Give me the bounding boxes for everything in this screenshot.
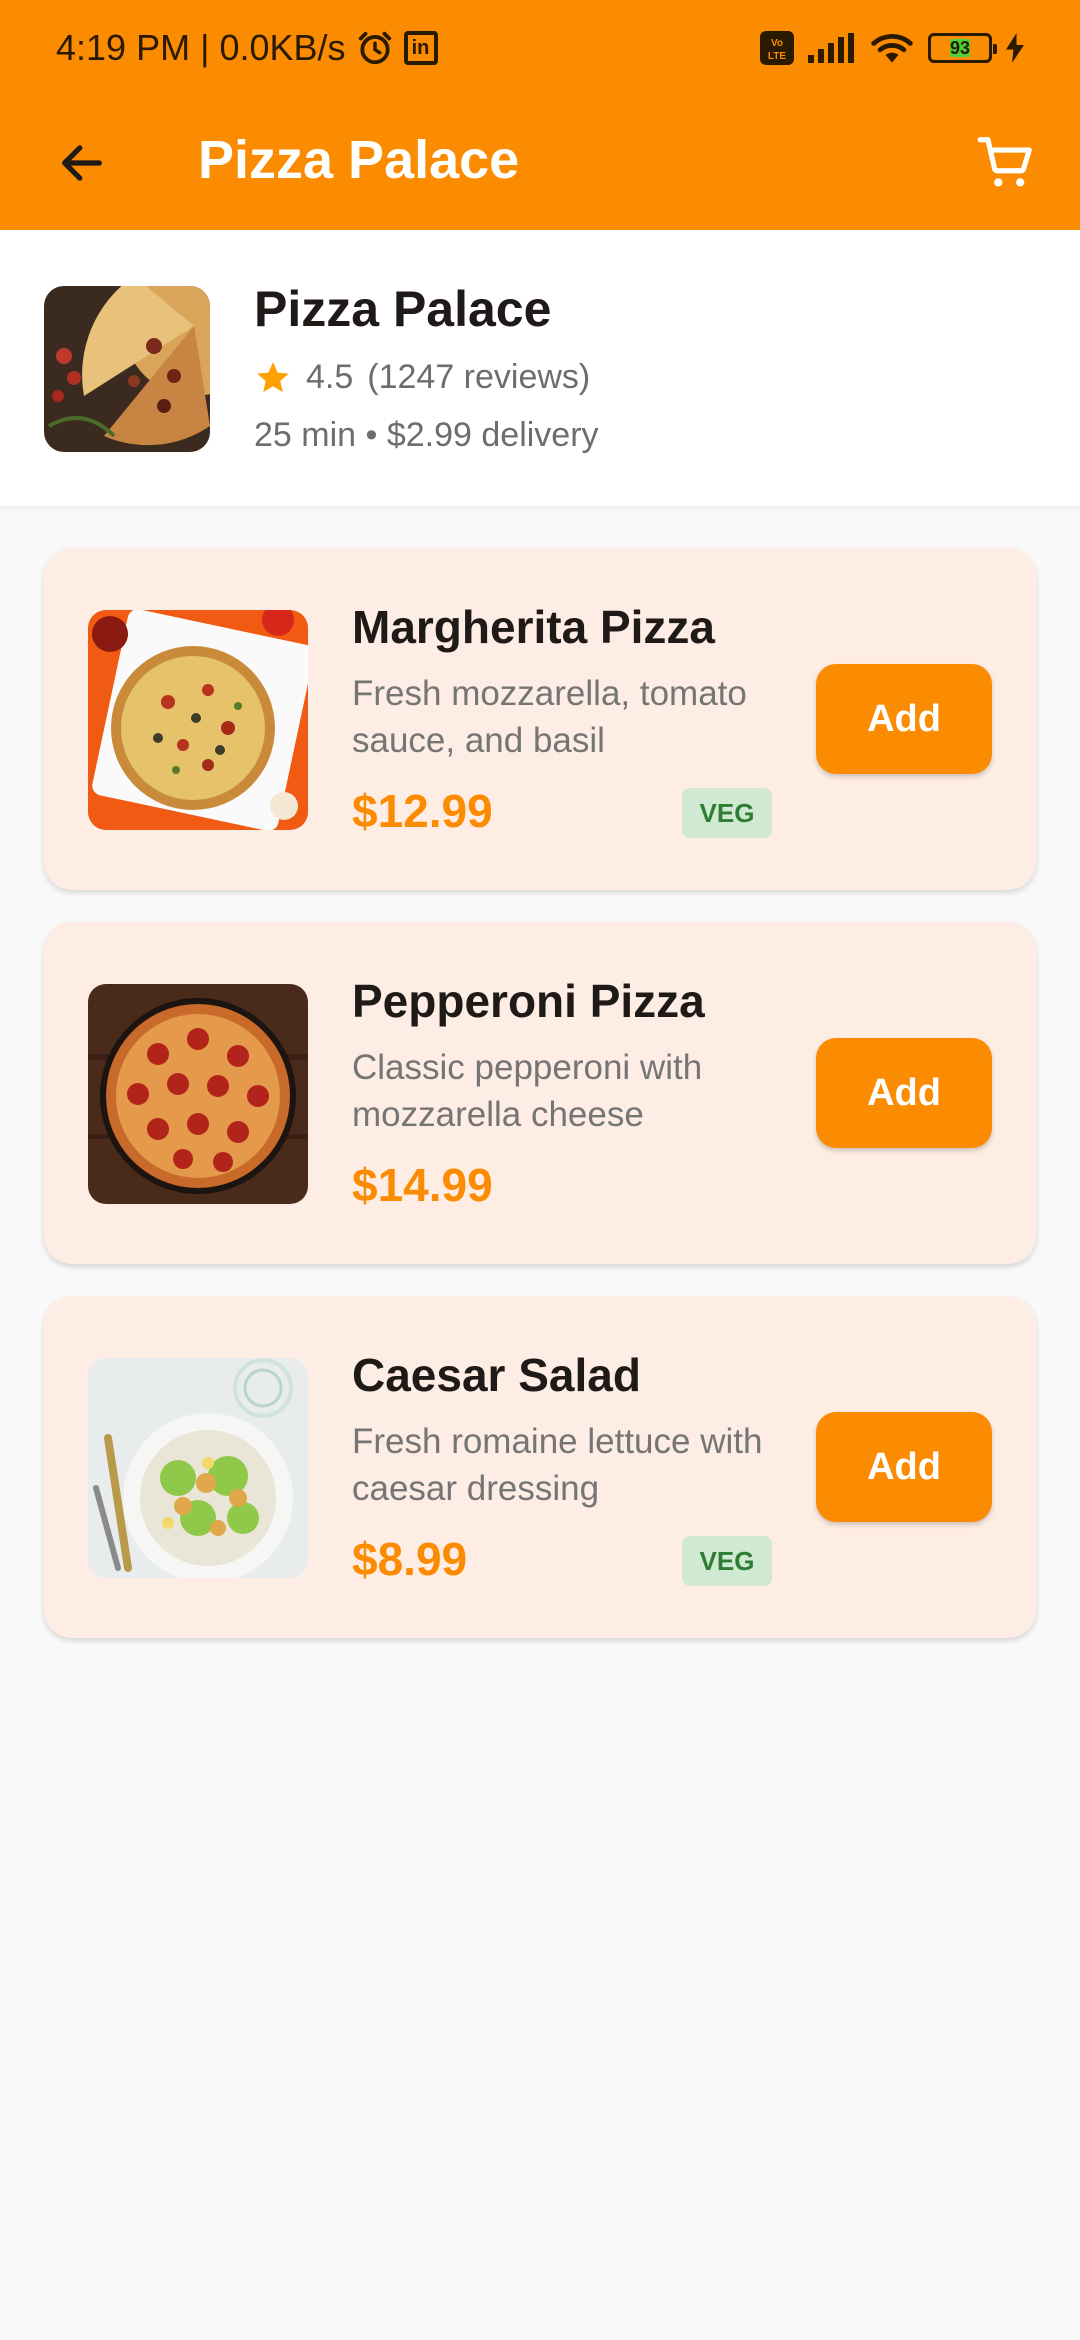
menu-item-name: Caesar Salad	[352, 1349, 641, 1401]
arrow-left-icon	[62, 145, 102, 181]
status-left: 4:19 PM | 0.0KB/s in	[56, 27, 438, 69]
status-right: Vo LTE 93	[760, 31, 1024, 65]
menu-item-card[interactable]: Margherita Pizza Fresh mozzarella, tomat…	[44, 548, 1036, 890]
delivery-meta: 25 min • $2.99 delivery	[254, 416, 599, 454]
star-icon	[257, 361, 289, 392]
linkedin-icon: in	[403, 31, 438, 65]
app-bar-title: Pizza Palace	[198, 130, 520, 190]
menu-item-card[interactable]: Pepperoni Pizza Classic pepperoni with m…	[44, 922, 1036, 1264]
status-net-speed: 0.0KB/s	[219, 27, 346, 68]
app-root: 4:19 PM | 0.0KB/s in Vo LTE 93 Pizza Pal…	[0, 0, 1080, 2340]
add-button[interactable]: Add	[816, 1038, 992, 1148]
menu-item-name: Pepperoni Pizza	[352, 975, 705, 1027]
charging-icon	[1006, 33, 1024, 63]
add-button[interactable]: Add	[816, 664, 992, 774]
wifi-icon	[870, 31, 914, 65]
status-bar: 4:19 PM | 0.0KB/s in Vo LTE 93	[0, 0, 1080, 96]
menu-item-description: Fresh romaine lettuce with caesar dressi…	[352, 1422, 763, 1508]
menu-item-price: $12.99	[352, 785, 493, 837]
review-count: (1247 reviews)	[367, 358, 591, 396]
menu-item-image	[88, 1358, 308, 1578]
battery-tip	[993, 44, 997, 54]
volte-icon: Vo LTE	[760, 31, 794, 65]
menu-item-price: $14.99	[352, 1159, 493, 1211]
menu-item-price: $8.99	[352, 1533, 468, 1585]
veg-badge: VEG	[682, 788, 772, 838]
battery-level: 93	[949, 38, 971, 58]
menu-item-image	[88, 984, 308, 1204]
veg-badge: VEG	[682, 1536, 772, 1586]
battery-icon: 93	[928, 33, 997, 63]
cart-button[interactable]	[966, 123, 1046, 203]
signal-icon	[808, 33, 856, 63]
menu-item-image	[88, 610, 308, 830]
menu-item-name: Margherita Pizza	[352, 601, 715, 653]
app-bar: Pizza Palace	[0, 96, 1080, 230]
status-time: 4:19 PM	[56, 27, 191, 68]
rating-row: 4.5 (1247 reviews)	[254, 358, 590, 397]
menu-item-description: Fresh mozzarella, tomato sauce, and basi…	[352, 674, 747, 760]
restaurant-header: Pizza Palace 4.5 (1247 reviews) 25 min •…	[0, 230, 1080, 506]
status-separator: |	[200, 27, 210, 68]
shopping-cart-icon	[977, 137, 1032, 187]
add-button[interactable]: Add	[816, 1412, 992, 1522]
back-button[interactable]	[44, 125, 120, 201]
menu-item-card[interactable]: Caesar Salad Fresh romaine lettuce with …	[44, 1296, 1036, 1638]
restaurant-name: Pizza Palace	[254, 281, 552, 337]
rating-value: 4.5	[306, 358, 354, 396]
menu-item-description: Classic pepperoni with mozzarella cheese	[352, 1048, 703, 1134]
menu-list: Margherita Pizza Fresh mozzarella, tomat…	[44, 548, 1036, 1670]
alarm-icon	[356, 29, 394, 67]
restaurant-thumbnail	[44, 286, 210, 452]
